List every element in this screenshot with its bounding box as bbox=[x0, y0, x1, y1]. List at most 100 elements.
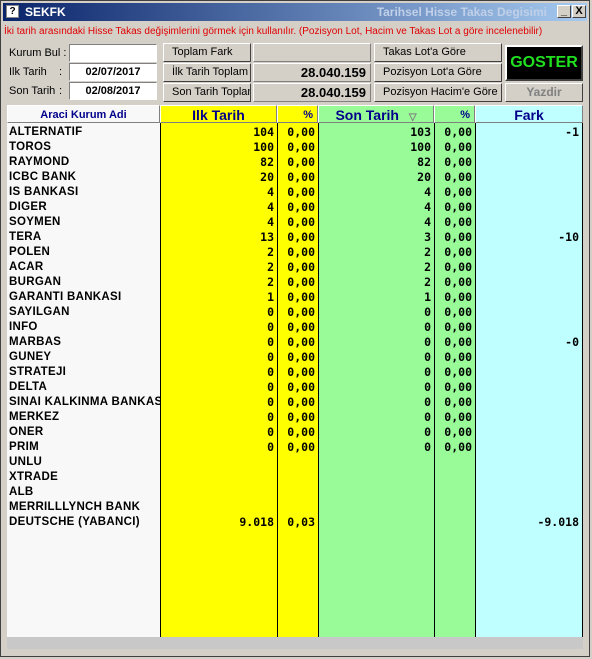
cell-fark bbox=[475, 485, 579, 500]
son-tarih-colon: : bbox=[59, 85, 63, 97]
cell-ilk: 0 bbox=[267, 320, 274, 334]
data-grid[interactable]: Araci Kurum Adi Ilk Tarih % Son Tarih ▽ … bbox=[7, 105, 583, 637]
cell-son: 0 bbox=[424, 410, 431, 424]
cell-name: ONER bbox=[9, 426, 44, 438]
cell-son: 2 bbox=[424, 260, 431, 274]
cell-ilk-pct: 0,03 bbox=[287, 515, 315, 529]
header-fark[interactable]: Fark bbox=[475, 105, 583, 123]
cell-ilk: 0 bbox=[267, 305, 274, 319]
cell-name: ALTERNATIF bbox=[9, 126, 83, 138]
cell-ilk: 0 bbox=[267, 350, 274, 364]
cell-son: 0 bbox=[424, 350, 431, 364]
son-tarih-field[interactable]: 02/08/2017 bbox=[69, 82, 157, 100]
cell-son-pct: 0,00 bbox=[444, 200, 472, 214]
header-son-tarih[interactable]: Son Tarih ▽ bbox=[318, 105, 434, 123]
cell-son-pct: 0,00 bbox=[444, 140, 472, 154]
cell-name: ICBC BANK bbox=[9, 171, 77, 183]
cell-ilk: 82 bbox=[260, 155, 274, 169]
ilk-tarih-colon: : bbox=[59, 66, 63, 78]
cell-name: UNLU bbox=[9, 456, 43, 468]
cell-name: IS BANKASI bbox=[9, 186, 79, 198]
header-ilk-tarih[interactable]: Ilk Tarih bbox=[160, 105, 277, 123]
cell-son-pct: 0,00 bbox=[444, 425, 472, 439]
cell-son: 0 bbox=[424, 425, 431, 439]
ilk-tarih-field[interactable]: 02/07/2017 bbox=[69, 63, 157, 81]
cell-son: 1 bbox=[424, 290, 431, 304]
cell-ilk: 0 bbox=[267, 380, 274, 394]
cell-ilk-pct: 0,00 bbox=[287, 335, 315, 349]
window-title: Tarihsel Hisse Takas Degisimi bbox=[376, 5, 547, 19]
takas-lot-button[interactable]: Takas Lot'a Göre bbox=[374, 43, 502, 62]
cell-ilk-pct: 0,00 bbox=[287, 125, 315, 139]
cell-name: DELTA bbox=[9, 381, 48, 393]
toplam-fark-label: Toplam Fark bbox=[163, 43, 251, 62]
cell-fark: -9.018 bbox=[537, 515, 579, 529]
cell-son: 3 bbox=[424, 230, 431, 244]
cell-son-pct bbox=[434, 485, 472, 500]
header-son-pct[interactable]: % bbox=[434, 105, 475, 123]
cell-name: BURGAN bbox=[9, 276, 62, 288]
cell-name: MARBAS bbox=[9, 336, 62, 348]
cell-fark bbox=[475, 200, 579, 215]
cell-son: 4 bbox=[424, 200, 431, 214]
cell-ilk-pct: 0,00 bbox=[287, 380, 315, 394]
cell-fark: -0 bbox=[565, 335, 579, 349]
cell-name: ALB bbox=[9, 486, 34, 498]
cell-ilk-pct bbox=[277, 470, 315, 485]
header-son-tarih-label: Son Tarih bbox=[335, 107, 399, 123]
cell-son: 0 bbox=[424, 440, 431, 454]
cell-name: GUNEY bbox=[9, 351, 52, 363]
cell-ilk-pct: 0,00 bbox=[287, 290, 315, 304]
cell-son bbox=[318, 515, 431, 530]
cell-son-pct: 0,00 bbox=[444, 395, 472, 409]
cell-son-pct: 0,00 bbox=[444, 365, 472, 379]
header-ilk-pct[interactable]: % bbox=[277, 105, 318, 123]
goster-button[interactable]: GOSTER bbox=[505, 45, 583, 81]
cell-ilk: 2 bbox=[267, 245, 274, 259]
cell-name: SOYMEN bbox=[9, 216, 61, 228]
cell-son-pct bbox=[434, 500, 472, 515]
cell-ilk: 0 bbox=[267, 335, 274, 349]
header-name[interactable]: Araci Kurum Adi bbox=[7, 105, 160, 123]
son-tarih-toplam-value: 28.040.159 bbox=[253, 83, 371, 102]
bottom-bar bbox=[7, 637, 583, 649]
pozisyon-lot-button[interactable]: Pozisyon Lot'a Göre bbox=[374, 63, 502, 82]
cell-ilk: 4 bbox=[267, 215, 274, 229]
cell-name: TERA bbox=[9, 231, 42, 243]
cell-name: GARANTI BANKASI bbox=[9, 291, 122, 303]
cell-son-pct bbox=[434, 515, 472, 530]
cell-ilk-pct: 0,00 bbox=[287, 275, 315, 289]
cell-name: INFO bbox=[9, 321, 38, 333]
cell-fark bbox=[475, 245, 579, 260]
cell-son-pct: 0,00 bbox=[444, 230, 472, 244]
cell-son bbox=[318, 485, 431, 500]
cell-son bbox=[318, 500, 431, 515]
cell-son-pct: 0,00 bbox=[444, 440, 472, 454]
cell-fark bbox=[475, 260, 579, 275]
cell-fark: -10 bbox=[558, 230, 579, 244]
cell-son-pct bbox=[434, 455, 472, 470]
cell-fark bbox=[475, 320, 579, 335]
cell-son-pct: 0,00 bbox=[444, 215, 472, 229]
pozisyon-hacim-button[interactable]: Pozisyon Hacim'e Göre bbox=[374, 83, 502, 102]
kurum-bul-input[interactable] bbox=[69, 44, 157, 62]
cell-ilk-pct: 0,00 bbox=[287, 185, 315, 199]
title-bar[interactable]: ? SEKFK Tarihsel Hisse Takas Degisimi _ … bbox=[3, 3, 587, 21]
ilk-tarih-toplam-label: İlk Tarih Toplam bbox=[163, 63, 251, 82]
cell-name: STRATEJI bbox=[9, 366, 67, 378]
cell-fark bbox=[475, 410, 579, 425]
cell-son-pct bbox=[434, 470, 472, 485]
cell-fark bbox=[475, 155, 579, 170]
close-icon[interactable]: X bbox=[572, 5, 586, 18]
cell-ilk-pct: 0,00 bbox=[287, 320, 315, 334]
yazdir-button[interactable]: Yazdir bbox=[505, 83, 583, 102]
cell-ilk: 4 bbox=[267, 200, 274, 214]
cell-fark bbox=[475, 170, 579, 185]
cell-fark bbox=[475, 455, 579, 470]
minimize-icon[interactable]: _ bbox=[557, 5, 571, 18]
cell-son-pct: 0,00 bbox=[444, 170, 472, 184]
cell-son: 20 bbox=[417, 170, 431, 184]
cell-son: 0 bbox=[424, 305, 431, 319]
cell-fark bbox=[475, 440, 579, 455]
cell-fark bbox=[475, 380, 579, 395]
